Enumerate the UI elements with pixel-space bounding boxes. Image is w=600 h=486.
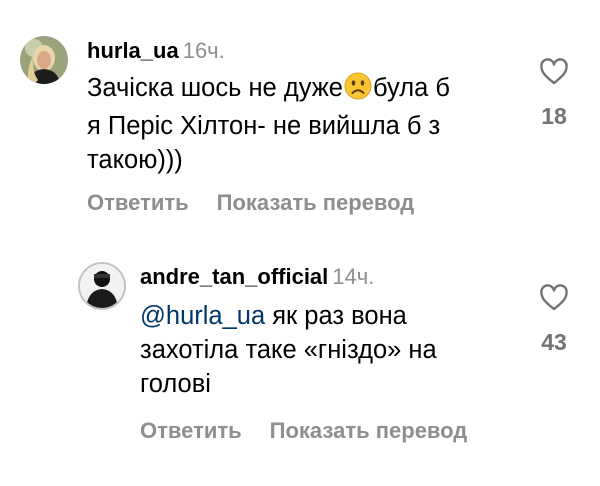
comment-text: @hurla_ua як раз вона захотіла таке «гні…	[140, 302, 437, 398]
mention-link[interactable]: @hurla_ua	[140, 302, 265, 330]
avatar[interactable]	[20, 36, 68, 84]
show-translation-button[interactable]: Показать перевод	[270, 418, 468, 443]
show-translation-button[interactable]: Показать перевод	[217, 190, 415, 215]
reply-button[interactable]: Ответить	[140, 418, 242, 443]
like-count: 18	[541, 103, 567, 129]
timestamp: 16ч.	[182, 38, 225, 63]
heart-icon[interactable]	[539, 284, 569, 316]
avatar[interactable]	[78, 262, 126, 310]
timestamp: 14ч.	[332, 264, 375, 289]
frowning-face-icon	[344, 72, 372, 109]
like-control: 43	[524, 284, 584, 356]
username[interactable]: andre_tan_official	[140, 264, 328, 289]
heart-icon[interactable]	[539, 58, 569, 90]
like-count: 43	[541, 329, 567, 355]
reply-button[interactable]: Ответить	[87, 190, 189, 215]
username[interactable]: hurla_ua	[87, 38, 179, 63]
comment-text: Зачіска шось не дуже була б я Періс Хілто…	[87, 72, 450, 174]
like-control: 18	[524, 58, 584, 130]
